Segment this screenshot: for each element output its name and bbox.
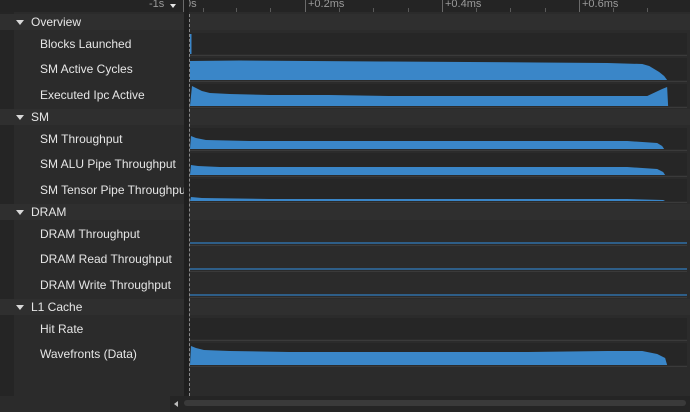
section-title: Overview xyxy=(31,15,82,29)
metric-track[interactable] xyxy=(190,58,687,80)
ruler-start-label: -1s xyxy=(149,0,165,10)
metric-row-sm-alu-pipe-throughput[interactable]: SM ALU Pipe Throughput xyxy=(0,151,690,177)
sm-tensor-chart xyxy=(190,197,666,201)
metric-row-sm-throughput[interactable]: SM Throughput xyxy=(0,126,690,151)
sm-alu-chart xyxy=(190,165,666,175)
metric-track[interactable] xyxy=(190,343,687,365)
metric-track[interactable] xyxy=(190,33,687,54)
ruler-tick xyxy=(442,0,443,12)
sm-throughput-chart xyxy=(190,136,665,149)
row-divider xyxy=(189,107,687,108)
chevron-left-icon[interactable] xyxy=(174,401,178,407)
scrollbar-thumb[interactable] xyxy=(184,400,686,406)
ruler-minor-tick xyxy=(203,8,204,12)
section-header-sm[interactable]: SM xyxy=(0,109,690,125)
chevron-down-icon[interactable] xyxy=(16,210,24,215)
activity-area xyxy=(190,60,668,80)
ruler-minor-tick xyxy=(613,8,614,12)
metric-track[interactable] xyxy=(190,153,687,175)
dram-write-chart xyxy=(190,294,687,296)
ruler-minor-tick xyxy=(408,8,409,12)
section-title: L1 Cache xyxy=(31,300,83,314)
metric-row-dram-read-throughput[interactable]: DRAM Read Throughput xyxy=(0,246,690,272)
activity-area xyxy=(190,197,666,201)
metric-label: DRAM Read Throughput xyxy=(40,252,172,266)
section-header-overview[interactable]: Overview xyxy=(0,14,690,30)
metric-row-executed-ipc-active[interactable]: Executed Ipc Active xyxy=(0,82,690,108)
row-divider xyxy=(189,297,687,298)
metric-label: Blocks Launched xyxy=(40,36,132,51)
activity-area xyxy=(190,165,666,175)
metric-label: SM Throughput xyxy=(40,131,123,146)
ruler-tick xyxy=(305,0,306,12)
metric-row-dram-throughput[interactable]: DRAM Throughput xyxy=(0,221,690,246)
metric-label: SM Tensor Pipe Throughput xyxy=(40,183,189,197)
metric-track[interactable] xyxy=(190,84,687,106)
wavefronts-chart xyxy=(190,346,668,365)
metric-track[interactable] xyxy=(190,223,687,244)
row-divider xyxy=(189,202,687,203)
chevron-down-icon[interactable] xyxy=(170,4,176,8)
metric-track[interactable] xyxy=(190,179,687,201)
dram-read-chart xyxy=(190,268,687,270)
metric-row-sm-tensor-pipe-throughput[interactable]: SM Tensor Pipe Throughput xyxy=(0,177,690,203)
metric-track[interactable] xyxy=(190,248,687,270)
blocks-launched-chart xyxy=(190,34,192,54)
ruler-minor-tick xyxy=(270,8,271,12)
ruler-minor-tick xyxy=(545,8,546,12)
metric-row-blocks-launched[interactable]: Blocks Launched xyxy=(0,31,690,56)
metric-label: DRAM Write Throughput xyxy=(40,278,171,292)
metric-label: Hit Rate xyxy=(40,321,84,336)
ruler-tick xyxy=(579,0,580,12)
row-divider xyxy=(189,366,687,367)
metric-label: SM Active Cycles xyxy=(40,62,133,76)
ruler-minor-tick xyxy=(647,8,648,12)
metric-label: Wavefronts (Data) xyxy=(40,347,137,361)
activity-area xyxy=(190,86,669,106)
metric-track[interactable] xyxy=(190,128,687,149)
timeline-ruler[interactable]: -1s 0s +0.2ms +0.4ms +0.6ms xyxy=(0,0,690,12)
activity-area xyxy=(190,346,668,365)
chevron-down-icon[interactable] xyxy=(16,305,24,310)
metric-track[interactable] xyxy=(190,318,687,339)
dram-throughput-chart xyxy=(190,242,687,244)
section-title: DRAM xyxy=(31,205,67,219)
metric-label: SM ALU Pipe Throughput xyxy=(40,157,176,171)
metric-row-wavefronts-data[interactable]: Wavefronts (Data) xyxy=(0,341,690,367)
chevron-down-icon[interactable] xyxy=(16,115,24,120)
ruler-minor-tick xyxy=(476,8,477,12)
ruler-minor-tick xyxy=(339,8,340,12)
section-header-l1-cache[interactable]: L1 Cache xyxy=(0,299,690,315)
ruler-minor-tick xyxy=(510,8,511,12)
section-header-dram[interactable]: DRAM xyxy=(0,204,690,220)
time-origin-marker xyxy=(189,14,190,396)
chevron-down-icon[interactable] xyxy=(16,20,24,25)
metric-label: Executed Ipc Active xyxy=(40,88,145,102)
ruler-minor-tick xyxy=(236,8,237,12)
activity-bar xyxy=(190,34,192,54)
executed-ipc-chart xyxy=(190,86,669,106)
metric-row-dram-write-throughput[interactable]: DRAM Write Throughput xyxy=(0,272,690,298)
metric-row-hit-rate[interactable]: Hit Rate xyxy=(0,316,690,341)
ruler-minor-tick xyxy=(373,8,374,12)
metric-row-sm-active-cycles[interactable]: SM Active Cycles xyxy=(0,56,690,82)
activity-area xyxy=(190,136,665,149)
metric-track[interactable] xyxy=(190,274,687,296)
section-title: SM xyxy=(31,110,49,124)
sm-active-cycles-chart xyxy=(190,60,668,80)
horizontal-scrollbar[interactable] xyxy=(170,396,690,412)
metric-label: DRAM Throughput xyxy=(40,226,140,241)
